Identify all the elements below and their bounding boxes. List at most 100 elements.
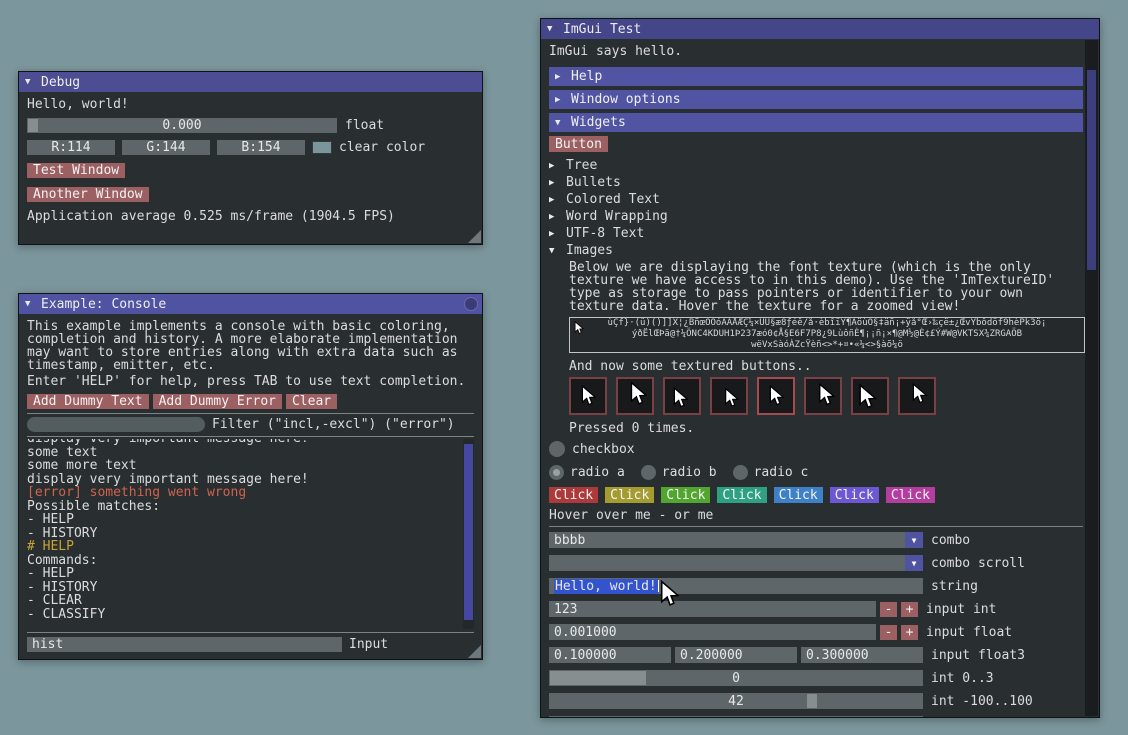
imgui-titlebar[interactable]: ▼ ImGui Test <box>541 19 1099 39</box>
hello-world-text: Hello, world! <box>27 98 474 111</box>
image-button[interactable] <box>804 377 842 415</box>
add-dummy-text-button[interactable]: Add Dummy Text <box>27 394 149 409</box>
click-button-4[interactable]: Click <box>717 487 766 503</box>
resize-grip[interactable] <box>468 645 481 658</box>
collapse-arrow-icon[interactable]: ▼ <box>25 77 35 87</box>
tree-node-tree[interactable]: ▶ Tree <box>549 157 1083 174</box>
input-float-field[interactable]: 0.001000 <box>549 624 876 640</box>
radio-b[interactable] <box>641 465 656 480</box>
tree-node-label: Word Wrapping <box>566 209 668 224</box>
click-button-1[interactable]: Click <box>549 487 598 503</box>
scrollbar-thumb[interactable] <box>1087 70 1096 270</box>
click-button-3[interactable]: Click <box>661 487 710 503</box>
float-slider[interactable]: 0.000 <box>27 118 337 133</box>
tree-node-utf8-text[interactable]: ▶ UTF-8 Text <box>549 225 1083 242</box>
input-float3-field-3[interactable]: 0.300000 <box>801 647 923 663</box>
minus-button[interactable]: - <box>880 602 897 617</box>
slider-grab[interactable] <box>725 717 735 718</box>
tree-node-colored-text[interactable]: ▶ Colored Text <box>549 191 1083 208</box>
input-float3-label: input float3 <box>931 648 1025 663</box>
clear-button[interactable]: Clear <box>286 394 337 409</box>
image-button[interactable] <box>616 377 654 415</box>
header-widgets[interactable]: ▼ Widgets <box>549 113 1083 132</box>
header-help[interactable]: ▶ Help <box>549 67 1083 86</box>
chevron-down-icon[interactable]: ▼ <box>905 532 923 548</box>
slider-grab[interactable] <box>807 694 817 708</box>
drag-green[interactable]: G:144 <box>122 140 210 155</box>
filter-label: Filter ("incl,-excl") ("error") <box>212 418 455 431</box>
click-button-6[interactable]: Click <box>830 487 879 503</box>
combo-label: combo <box>931 533 970 548</box>
drag-blue[interactable]: B:154 <box>217 140 305 155</box>
image-button[interactable] <box>663 377 701 415</box>
string-input[interactable]: Hello, world! <box>549 578 923 594</box>
slider-int-100-label: int -100..100 <box>931 694 1033 709</box>
plus-button[interactable]: + <box>901 602 918 617</box>
combo-scroll-box[interactable]: ▼ <box>549 555 923 571</box>
image-button[interactable] <box>898 377 936 415</box>
close-icon[interactable] <box>464 297 478 311</box>
click-button-7[interactable]: Click <box>886 487 935 503</box>
another-window-button[interactable]: Another Window <box>27 187 149 202</box>
drag-red[interactable]: R:114 <box>27 140 115 155</box>
images-text-line: texture data. Hover the texture for a zo… <box>569 300 1083 313</box>
image-button[interactable] <box>710 377 748 415</box>
color-swatch[interactable] <box>312 141 332 154</box>
radio-c[interactable] <box>733 465 748 480</box>
slider-int-100[interactable]: 42 <box>549 693 923 709</box>
filter-input[interactable] <box>27 417 205 432</box>
log-line: some more text <box>27 459 474 473</box>
header-label: Window options <box>571 92 681 107</box>
separator <box>549 526 1083 527</box>
click-button-5[interactable]: Click <box>774 487 823 503</box>
radio-a[interactable] <box>549 465 564 480</box>
image-button[interactable] <box>757 377 795 415</box>
cursor-arrow-icon <box>912 383 927 405</box>
header-window-options[interactable]: ▶ Window options <box>549 90 1083 109</box>
tree-node-images[interactable]: ▼ Images <box>549 242 1083 259</box>
scrollbar-thumb[interactable] <box>464 444 473 620</box>
console-titlebar[interactable]: ▼ Example: Console <box>19 294 482 314</box>
tree-node-label: Bullets <box>566 175 621 190</box>
slider-int-0-3[interactable]: 0 <box>549 670 923 686</box>
collapse-arrow-icon: ▶ <box>549 229 559 239</box>
combo-box[interactable]: bbbb ▼ <box>549 532 923 548</box>
header-label: Widgets <box>571 115 626 130</box>
checkbox[interactable] <box>549 441 565 457</box>
hover-tooltip-text[interactable]: Hover over me - or me <box>549 509 1083 522</box>
console-log[interactable]: display very important message here! som… <box>27 439 474 629</box>
debug-titlebar[interactable]: ▼ Debug <box>19 72 482 92</box>
tree-node-bullets[interactable]: ▶ Bullets <box>549 174 1083 191</box>
collapse-arrow-icon[interactable]: ▼ <box>547 24 557 34</box>
command-input[interactable]: hist <box>27 637 342 652</box>
tree-node-word-wrapping[interactable]: ▶ Word Wrapping <box>549 208 1083 225</box>
debug-window: ▼ Debug Hello, world! 0.000 float R:114 … <box>18 71 483 245</box>
font-texture-image[interactable]: ùÇf}·(ü)()]]X¦¿BñœÒÓóÀÄÅÆÇ¼×ÙÛ§æ8ƒéê/å·è… <box>569 317 1085 353</box>
scrollbar[interactable] <box>463 439 474 629</box>
click-button-2[interactable]: Click <box>605 487 654 503</box>
add-dummy-error-button[interactable]: Add Dummy Error <box>153 394 282 409</box>
button-button[interactable]: Button <box>549 136 608 152</box>
tree-node-label: Tree <box>566 158 597 173</box>
input-int-field[interactable]: 123 <box>549 601 876 617</box>
image-button[interactable] <box>569 377 607 415</box>
plus-button[interactable]: + <box>901 625 918 640</box>
string-input-label: string <box>931 579 978 594</box>
input-float3-field-1[interactable]: 0.100000 <box>549 647 671 663</box>
slider-float[interactable]: 4.132 <box>549 716 923 718</box>
input-float3-field-2[interactable]: 0.200000 <box>675 647 797 663</box>
collapse-arrow-icon: ▼ <box>549 246 559 256</box>
combo-value: bbbb <box>554 533 585 548</box>
slider-grab[interactable] <box>28 119 38 132</box>
scrollbar[interactable] <box>1085 40 1098 716</box>
test-window-button[interactable]: Test Window <box>27 163 125 178</box>
collapse-arrow-icon[interactable]: ▼ <box>25 299 35 309</box>
slider-int-0-3-label: int 0..3 <box>931 671 994 686</box>
tree-node-label: Images <box>566 243 613 258</box>
slider-grab[interactable] <box>550 671 646 685</box>
minus-button[interactable]: - <box>880 625 897 640</box>
resize-grip[interactable] <box>468 230 481 243</box>
chevron-down-icon[interactable]: ▼ <box>905 555 923 571</box>
command-input-label: Input <box>349 638 388 651</box>
image-button[interactable] <box>851 377 889 415</box>
